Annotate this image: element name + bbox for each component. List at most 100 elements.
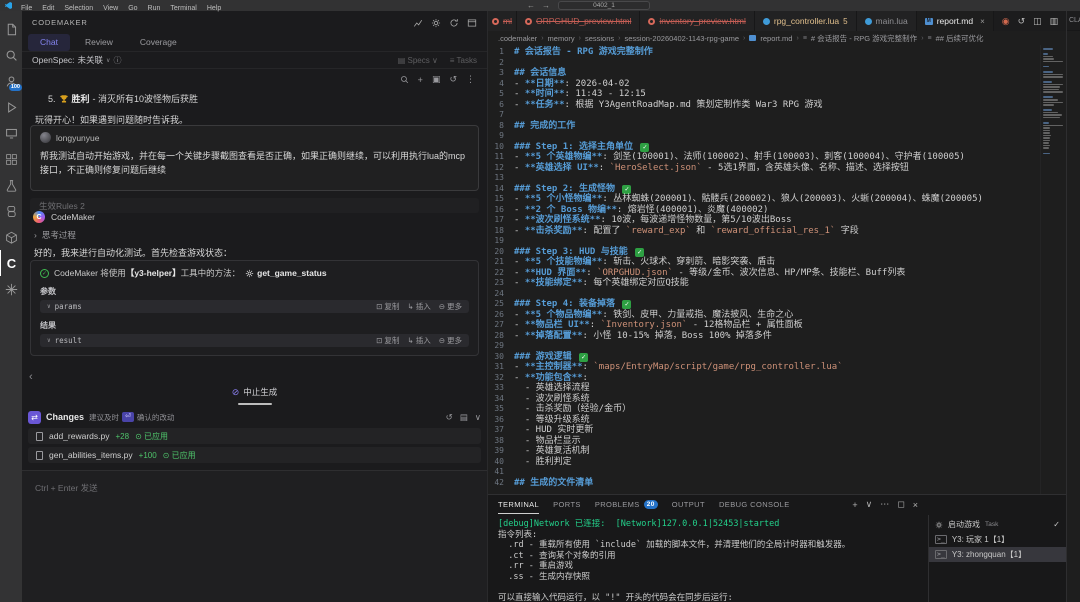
breadcrumb-item[interactable]: memory <box>548 34 575 43</box>
chat-input[interactable]: Ctrl + Enter 发送 <box>22 470 487 602</box>
editor-tab-rpg_controller.lua[interactable]: rpg_controller.lua5 <box>755 11 857 31</box>
editor-tab-ml[interactable]: ml <box>488 11 517 31</box>
terminal-instance-y3-1-1-[interactable]: >_Y3: 玩家 1【1】 <box>929 532 1066 547</box>
resize-handle[interactable] <box>238 403 272 405</box>
overflow-editor-tab[interactable]: CLAU <box>1067 11 1080 31</box>
changed-file-row[interactable]: gen_abilities_items.py+100⊙ 已应用 <box>28 447 481 463</box>
breadcrumb-item[interactable]: sessions <box>585 34 614 43</box>
menu-run[interactable]: Run <box>143 5 166 12</box>
activity-spark[interactable] <box>0 276 22 302</box>
more-button[interactable]: ⊖ 更多 <box>439 335 462 346</box>
terminal-instance-y3-zhongquan-1-[interactable]: >_Y3: zhongquan【1】 <box>929 547 1066 562</box>
activity-python[interactable] <box>0 198 22 224</box>
new-terminal-icon[interactable]: + <box>852 500 857 510</box>
editor-tab-ORPGHUD_preview.html[interactable]: ORPGHUD_preview.html <box>517 11 640 31</box>
close-icon[interactable]: × <box>980 17 985 26</box>
activity-testing[interactable] <box>0 172 22 198</box>
info-icon[interactable]: ⓘ <box>113 55 121 66</box>
activity-explorer[interactable] <box>0 16 22 42</box>
menu-go[interactable]: Go <box>123 5 142 12</box>
activity-packages[interactable] <box>0 224 22 250</box>
nav-forward-icon[interactable]: → <box>542 1 550 10</box>
window-icon[interactable] <box>467 18 477 28</box>
tasks-button[interactable]: ≡ Tasks <box>450 56 477 65</box>
chart-icon[interactable] <box>413 18 423 28</box>
minimap-line <box>1043 147 1049 149</box>
code-line: 22- **HUD 界面**: `ORPGHUD.json` - 等级/金币、波… <box>488 268 1040 279</box>
breadcrumb-item[interactable]: # 会话报告 - RPG 游戏完整制作 <box>811 33 917 44</box>
discard-all-icon[interactable]: ↺ <box>446 412 453 423</box>
insert-button[interactable]: ↳ 插入 <box>407 301 430 312</box>
breadcrumb-item[interactable]: .codemaker <box>498 34 537 43</box>
thinking-toggle[interactable]: › 思考过程 <box>34 229 76 241</box>
menu-help[interactable]: Help <box>202 5 226 12</box>
openspec-value[interactable]: 未关联 <box>78 54 104 66</box>
terminal-line: 指令列表: <box>498 530 924 541</box>
markdown-editor[interactable]: 1# 会话报告 - RPG 游戏完整制作23## 会话信息4- **日期**: … <box>488 45 1040 494</box>
code-line: 28- **掉落配置**: 小怪 10-15% 掉落，Boss 100% 掉落多… <box>488 331 1040 342</box>
close-icon[interactable]: × <box>913 500 918 510</box>
gear-icon[interactable] <box>431 18 441 28</box>
activity-extensions[interactable] <box>0 146 22 172</box>
dropdown-icon[interactable]: ∨ <box>866 499 873 510</box>
menu-edit[interactable]: Edit <box>37 5 59 12</box>
menu-terminal[interactable]: Terminal <box>165 5 201 12</box>
sidebar-tab-review[interactable]: Review <box>73 34 125 51</box>
sync-icon[interactable] <box>449 18 459 28</box>
chevron-down-icon[interactable]: ∨ <box>475 412 481 423</box>
copy-button[interactable]: ⊡ 复制 <box>376 335 399 346</box>
activity-remote-screen[interactable] <box>0 120 22 146</box>
panel-tab-ports[interactable]: PORTS <box>553 495 581 514</box>
editor-tab-report.md[interactable]: Mreport.md× <box>917 11 994 31</box>
menu-file[interactable]: File <box>16 5 37 12</box>
stop-generation-button[interactable]: ⊘ 中止生成 <box>22 386 487 398</box>
preview-icon[interactable]: ◉ <box>1002 16 1010 27</box>
breadcrumb-item[interactable]: ## 后续可优化 <box>936 33 984 44</box>
terminal-output[interactable]: [debug]Network 已连接: [Network]127.0.0.1|5… <box>498 519 924 602</box>
more-icon[interactable]: ⋯ <box>880 499 889 510</box>
insert-button[interactable]: ↳ 插入 <box>407 335 430 346</box>
collapse-left-icon[interactable]: ‹ <box>29 371 33 383</box>
params-row[interactable]: ∨ params ⊡ 复制 ↳ 插入 ⊖ 更多 <box>40 300 469 313</box>
search-icon[interactable] <box>400 75 409 84</box>
history-icon[interactable]: ↺ <box>1018 16 1026 27</box>
layout-icon[interactable]: ▥ <box>1050 16 1059 27</box>
maximize-icon[interactable]: ◻ <box>897 499 904 510</box>
sidebar-tabs: ChatReviewCoverage <box>22 34 487 51</box>
specs-dropdown[interactable]: ▤ Specs ∨ <box>398 56 438 65</box>
result-row[interactable]: ∨ result ⊡ 复制 ↳ 插入 ⊖ 更多 <box>40 334 469 347</box>
copy-button[interactable]: ⊡ 复制 <box>376 301 399 312</box>
activity-run-debug[interactable] <box>0 94 22 120</box>
chevron-down-icon[interactable]: ∨ <box>106 57 110 64</box>
breadcrumb-item[interactable]: session-20260402-1143-rpg-game <box>625 34 740 43</box>
panel-tab-problems[interactable]: PROBLEMS20 <box>595 495 658 514</box>
panel-tab-terminal[interactable]: TERMINAL <box>498 495 539 514</box>
open-file-icon[interactable]: ▤ <box>460 412 468 423</box>
sidebar-tab-coverage[interactable]: Coverage <box>128 34 189 51</box>
panel-tab-debug-console[interactable]: DEBUG CONSOLE <box>719 495 790 514</box>
activity-search[interactable] <box>0 42 22 68</box>
breadcrumb-item[interactable]: report.md <box>760 34 792 43</box>
add-icon[interactable]: + <box>418 75 423 85</box>
minimap-line <box>1043 84 1063 86</box>
activity-codemaker[interactable]: C <box>0 250 22 276</box>
more-button[interactable]: ⊖ 更多 <box>439 301 462 312</box>
editor-tab-main.lua[interactable]: main.lua <box>857 11 917 31</box>
minimap[interactable] <box>1040 45 1066 494</box>
sidebar-tab-chat[interactable]: Chat <box>28 34 70 51</box>
command-center-search[interactable]: 0402_1 <box>558 1 650 10</box>
panel-tab-output[interactable]: OUTPUT <box>672 495 705 514</box>
editor-tab-inventory_preview.html[interactable]: inventory_preview.html <box>640 11 754 31</box>
kebab-icon[interactable]: ⋮ <box>466 74 475 85</box>
nav-back-icon[interactable]: ← <box>527 1 535 10</box>
terminal-instance--[interactable]: 启动游戏Task✓ <box>929 517 1066 532</box>
split-editor-icon[interactable]: ◫ <box>1033 16 1042 27</box>
panel-icon[interactable]: ▣ <box>432 74 441 85</box>
menu-selection[interactable]: Selection <box>59 5 98 12</box>
history-icon[interactable]: ↺ <box>449 74 457 85</box>
menu-view[interactable]: View <box>98 5 123 12</box>
activity-accounts[interactable]: 100 <box>0 68 22 94</box>
changed-file-row[interactable]: add_rewards.py+28⊙ 已应用 <box>28 428 481 444</box>
code-line: 23- **技能绑定**: 每个英雄绑定对应Q技能 <box>488 278 1040 289</box>
active-rules-note[interactable]: 生效Rules 2 <box>30 198 479 213</box>
